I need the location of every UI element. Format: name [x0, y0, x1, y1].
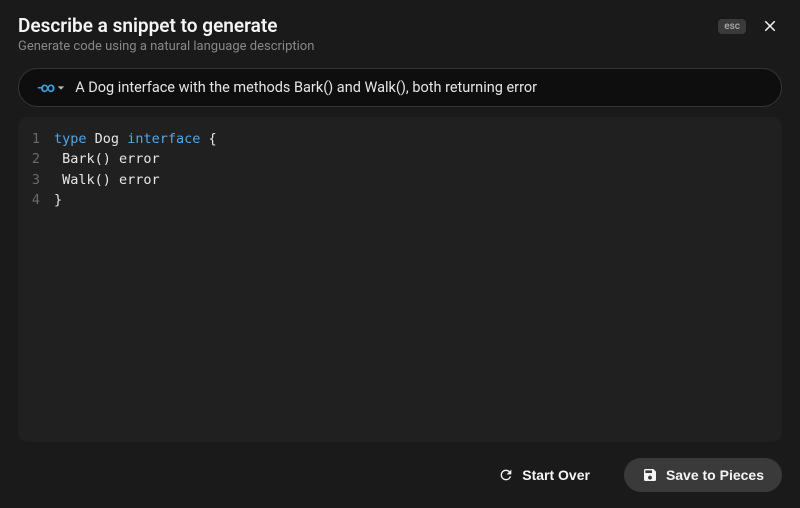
modal-subtitle: Generate code using a natural language d… [18, 39, 314, 54]
go-icon: -∞ [37, 80, 53, 96]
start-over-label: Start Over [522, 467, 590, 483]
snippet-modal: Describe a snippet to generate Generate … [0, 0, 800, 508]
code-panel: 1type Dog interface {2 Bark() error3 Wal… [18, 117, 782, 442]
modal-header: Describe a snippet to generate Generate … [0, 0, 800, 64]
prompt-text[interactable]: A Dog interface with the methods Bark() … [75, 79, 763, 96]
code-content: Bark() error [54, 149, 160, 169]
esc-badge: esc [718, 19, 746, 34]
header-text: Describe a snippet to generate Generate … [18, 14, 314, 54]
modal-title: Describe a snippet to generate [18, 14, 314, 37]
header-actions: esc [718, 14, 782, 38]
language-selector[interactable]: -∞ [37, 80, 65, 96]
code-line: 4} [18, 190, 782, 210]
line-number: 4 [18, 190, 54, 210]
code-line: 1type Dog interface { [18, 129, 782, 149]
code-line: 2 Bark() error [18, 149, 782, 169]
line-number: 1 [18, 129, 54, 149]
save-icon [642, 467, 658, 483]
start-over-button[interactable]: Start Over [480, 458, 608, 492]
prompt-input-wrapper[interactable]: -∞ A Dog interface with the methods Bark… [18, 68, 782, 107]
save-label: Save to Pieces [666, 467, 764, 483]
code-line: 3 Walk() error [18, 170, 782, 190]
line-number: 2 [18, 149, 54, 169]
save-button[interactable]: Save to Pieces [624, 458, 782, 492]
code-content: type Dog interface { [54, 129, 217, 149]
close-button[interactable] [758, 14, 782, 38]
code-content: } [54, 190, 62, 210]
line-number: 3 [18, 170, 54, 190]
chevron-down-icon [57, 84, 65, 92]
refresh-icon [498, 467, 514, 483]
close-icon [761, 17, 779, 35]
code-content: Walk() error [54, 170, 160, 190]
modal-footer: Start Over Save to Pieces [0, 442, 800, 508]
